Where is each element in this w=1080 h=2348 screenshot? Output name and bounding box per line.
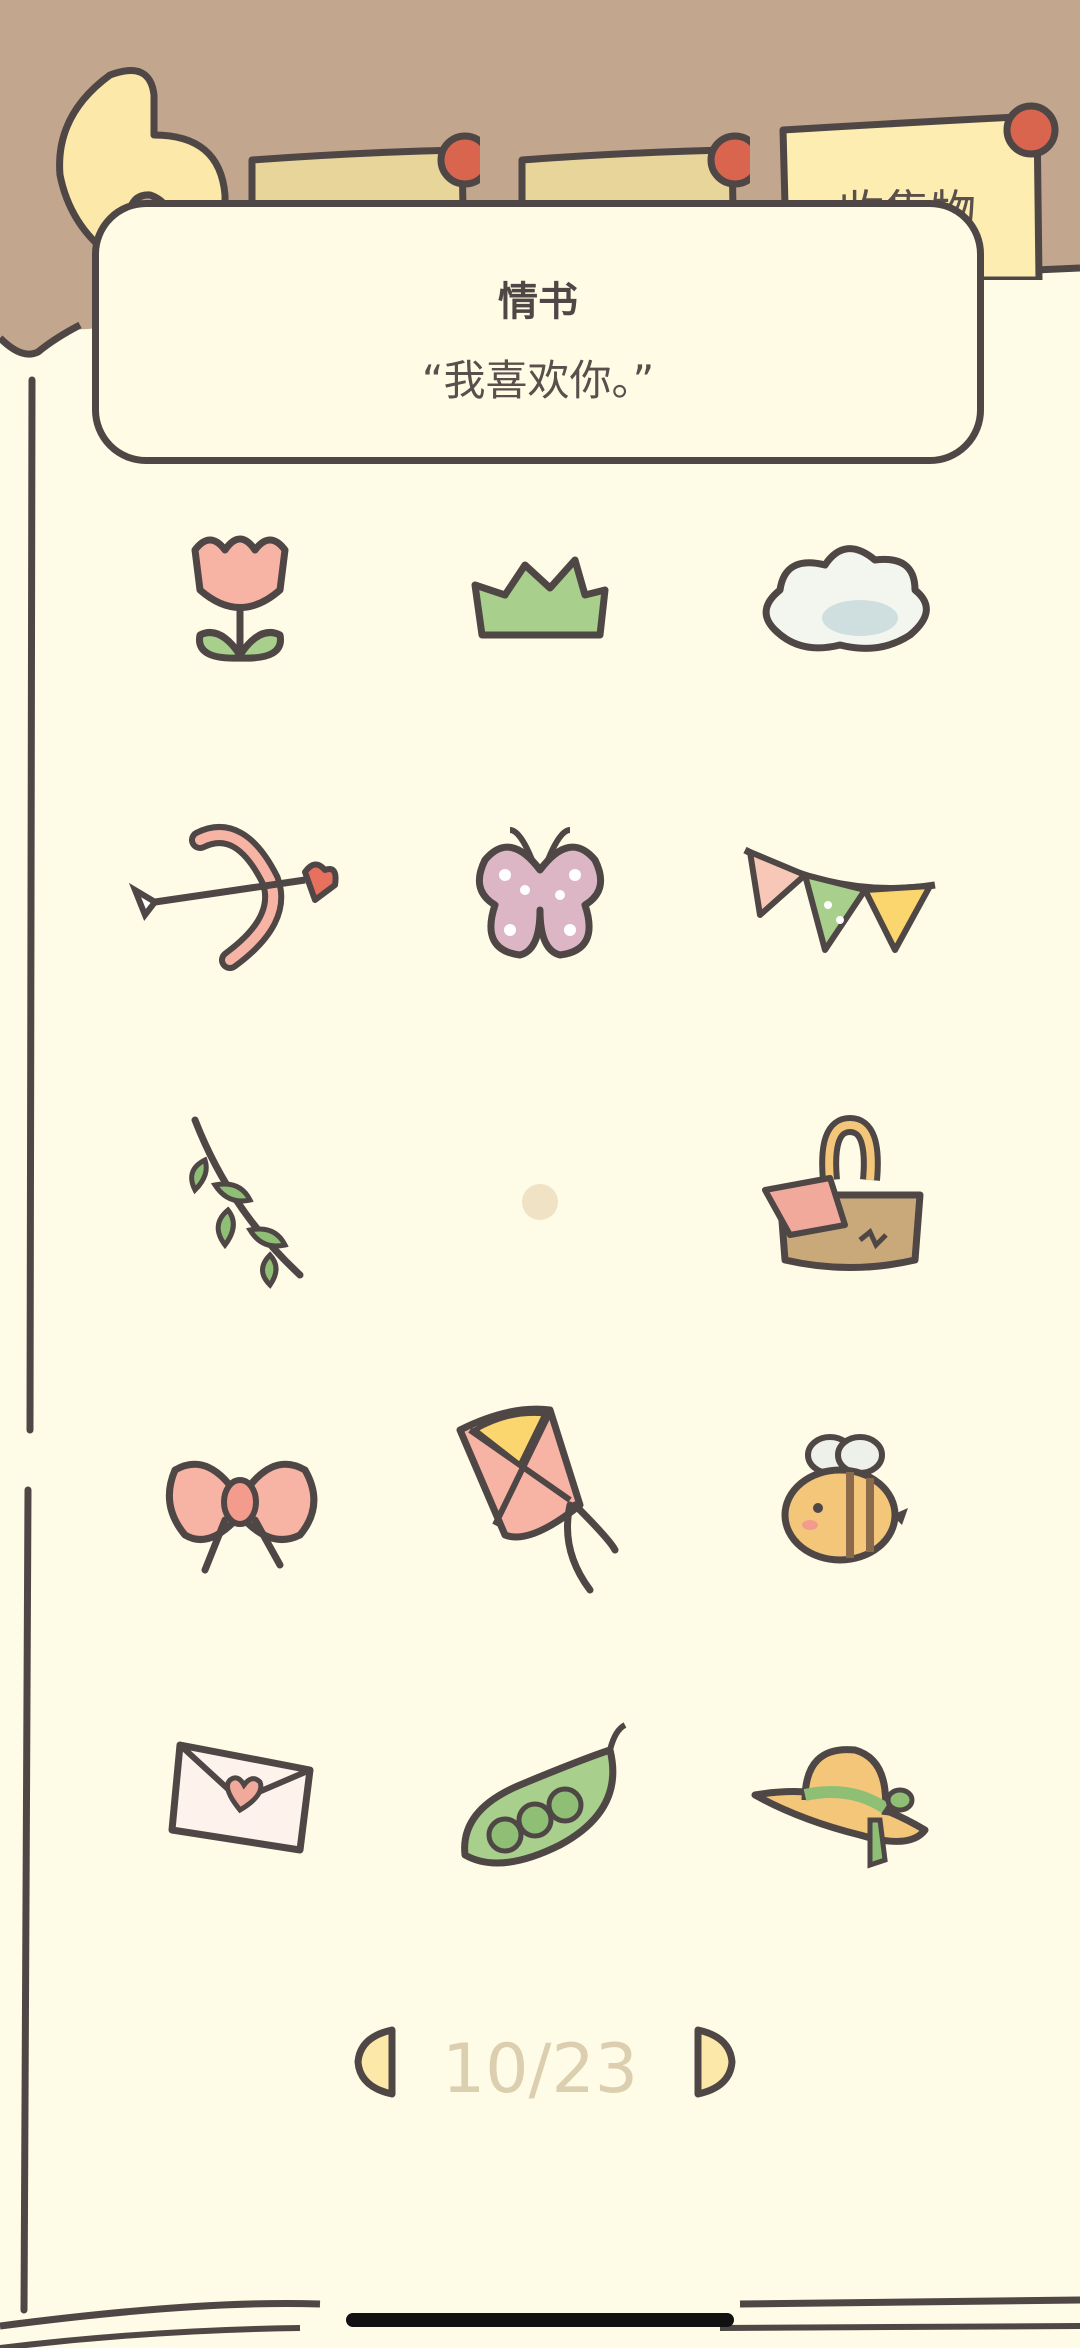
bow-ribbon-icon [165, 1460, 318, 1574]
item-bow-ribbon[interactable] [110, 1390, 370, 1610]
item-bunting[interactable] [710, 790, 970, 1010]
empty-slot [410, 1090, 670, 1310]
item-picnic-basket[interactable] [710, 1090, 970, 1310]
bunting-icon [743, 846, 936, 953]
item-cupid-bow[interactable] [110, 790, 370, 1010]
next-page-button[interactable] [680, 2022, 740, 2102]
bee-icon [781, 1434, 908, 1564]
item-grass[interactable] [410, 490, 670, 710]
prev-page-button[interactable] [350, 2022, 410, 2102]
item-butterfly[interactable] [410, 790, 670, 1010]
kite-icon [456, 1405, 619, 1594]
leaf-branch-icon [189, 1116, 304, 1289]
item-bee[interactable] [710, 1390, 970, 1610]
item-peapod[interactable] [410, 1690, 670, 1910]
item-tulip[interactable] [110, 490, 370, 710]
item-title: 情书 [498, 279, 578, 325]
straw-hat-icon [751, 1746, 929, 1869]
cloud-icon [762, 545, 930, 652]
item-straw-hat[interactable] [710, 1690, 970, 1910]
item-kite[interactable] [410, 1390, 670, 1610]
empty-dot-icon [522, 1184, 558, 1220]
page-indicator: 10/23 [442, 2030, 638, 2109]
cupid-bow-icon [128, 824, 339, 971]
item-love-letter[interactable] [110, 1690, 370, 1910]
pagination: 10/23 [0, 2022, 1080, 2112]
item-detail-popup[interactable]: 情书 “我喜欢你。” [92, 200, 984, 464]
home-indicator[interactable] [346, 2313, 734, 2327]
item-cloud[interactable] [710, 490, 970, 710]
love-letter-icon [168, 1741, 314, 1854]
item-description: “我喜欢你。” [421, 356, 655, 405]
grass-icon [471, 556, 609, 639]
tulip-icon [191, 535, 289, 662]
butterfly-icon [475, 827, 605, 959]
peapod-icon [461, 1722, 627, 1867]
picnic-basket-icon [762, 1114, 924, 1271]
item-leaf-branch[interactable] [110, 1090, 370, 1310]
